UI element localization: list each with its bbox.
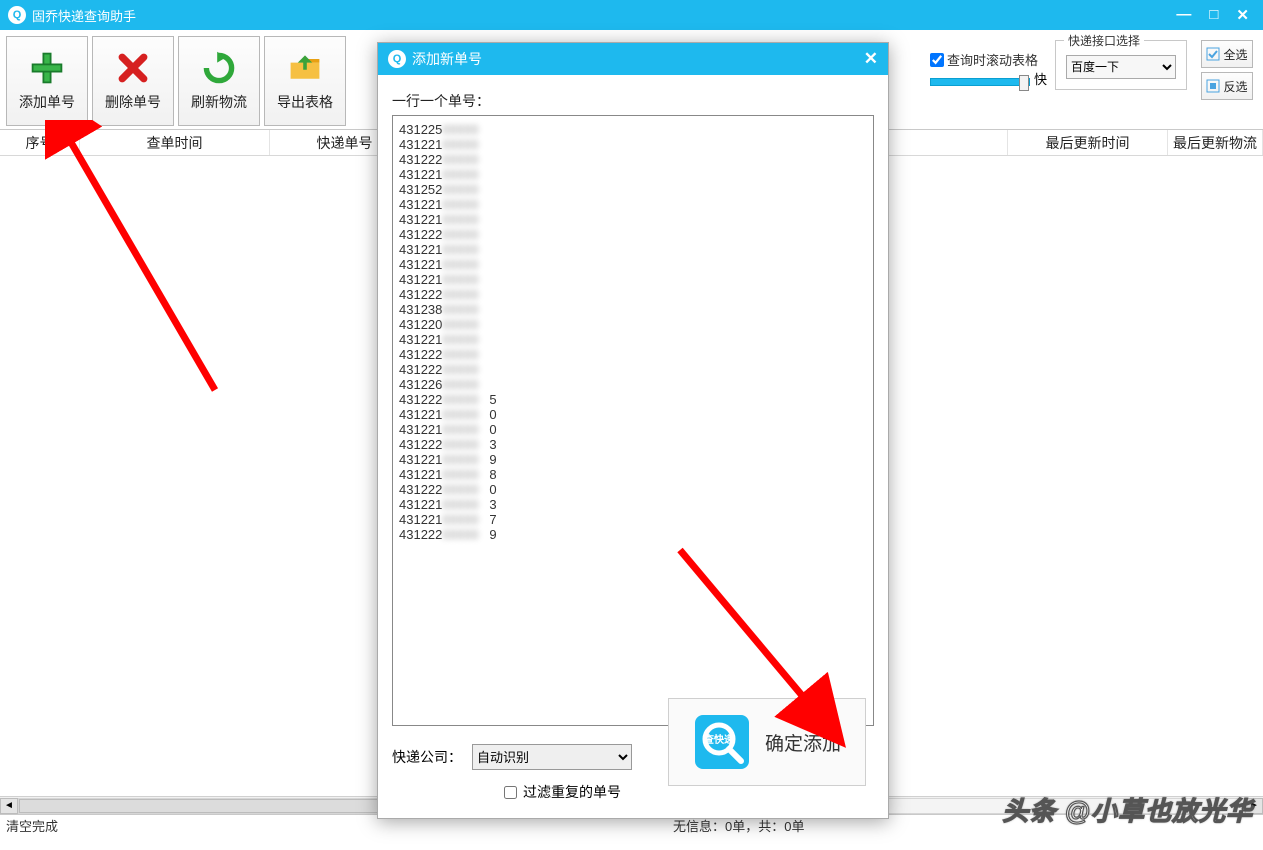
slider-thumb[interactable] — [1019, 75, 1029, 91]
invert-icon — [1206, 79, 1220, 93]
select-all-button[interactable]: 全选 — [1201, 40, 1253, 68]
company-select[interactable]: 自动识别 — [472, 744, 632, 770]
dialog-hint: 一行一个单号： — [392, 91, 874, 111]
dialog-title: 添加新单号 — [412, 49, 864, 69]
select-all-label: 全选 — [1223, 46, 1247, 63]
col-update[interactable]: 最后更新时间 — [1008, 130, 1168, 155]
search-express-icon: 查快递 — [693, 713, 751, 771]
refresh-button[interactable]: 刷新物流 — [178, 36, 260, 126]
delete-order-button[interactable]: 删除单号 — [92, 36, 174, 126]
invert-label: 反选 — [1223, 78, 1247, 95]
scroll-left-arrow[interactable]: ◄ — [0, 798, 18, 814]
watermark: 头条 @小草也放光华 — [1002, 791, 1253, 828]
window-controls: — □ ✕ — [1176, 6, 1255, 24]
confirm-add-button[interactable]: 查快递 确定添加 — [668, 698, 866, 786]
refresh-icon — [201, 50, 237, 86]
invert-select-button[interactable]: 反选 — [1201, 72, 1253, 100]
add-order-dialog: Q 添加新单号 ✕ 一行一个单号： 4312250000043122100000… — [377, 42, 889, 819]
status-left: 清空完成 — [6, 816, 58, 835]
x-icon — [115, 50, 151, 86]
export-button[interactable]: 导出表格 — [264, 36, 346, 126]
export-label: 导出表格 — [277, 92, 333, 112]
company-label: 快递公司： — [392, 747, 462, 767]
title-bar: Q 固乔快递查询助手 — □ ✕ — [0, 0, 1263, 30]
col-seq[interactable]: 序号 — [0, 130, 80, 155]
api-select[interactable]: 百度一下 — [1066, 55, 1176, 79]
maximize-button[interactable]: □ — [1209, 6, 1218, 24]
dialog-close-button[interactable]: ✕ — [864, 49, 878, 69]
col-logi[interactable]: 最后更新物流 — [1168, 130, 1263, 155]
app-icon: Q — [8, 6, 26, 24]
svg-text:查快递: 查快递 — [703, 733, 734, 746]
app-icon: Q — [388, 50, 406, 68]
window-title: 固乔快递查询助手 — [32, 6, 1176, 25]
close-button[interactable]: ✕ — [1236, 6, 1249, 24]
filter-checkbox-input[interactable] — [504, 786, 517, 799]
speed-fast-label: 快 — [1034, 69, 1047, 88]
add-order-label: 添加单号 — [19, 92, 75, 112]
speed-slider[interactable] — [930, 78, 1030, 86]
col-time[interactable]: 查单时间 — [80, 130, 270, 155]
select-all-icon — [1206, 47, 1220, 61]
plus-icon — [29, 50, 65, 86]
api-select-group: 快递接口选择 百度一下 — [1055, 40, 1187, 90]
scroll-on-query-checkbox[interactable]: 查询时滚动表格 — [930, 50, 1047, 69]
filter-label: 过滤重复的单号 — [523, 782, 621, 802]
add-order-button[interactable]: 添加单号 — [6, 36, 88, 126]
folder-export-icon — [287, 50, 323, 86]
order-numbers-textarea[interactable]: 4312250000043122100000431222000004312210… — [392, 115, 874, 726]
refresh-label: 刷新物流 — [191, 92, 247, 112]
scroll-checkbox-label: 查询时滚动表格 — [947, 50, 1038, 69]
scroll-checkbox-input[interactable] — [930, 53, 944, 67]
delete-order-label: 删除单号 — [105, 92, 161, 112]
minimize-button[interactable]: — — [1176, 6, 1191, 24]
dialog-titlebar: Q 添加新单号 ✕ — [378, 43, 888, 75]
api-group-legend: 快递接口选择 — [1064, 32, 1144, 49]
confirm-label: 确定添加 — [765, 729, 841, 756]
